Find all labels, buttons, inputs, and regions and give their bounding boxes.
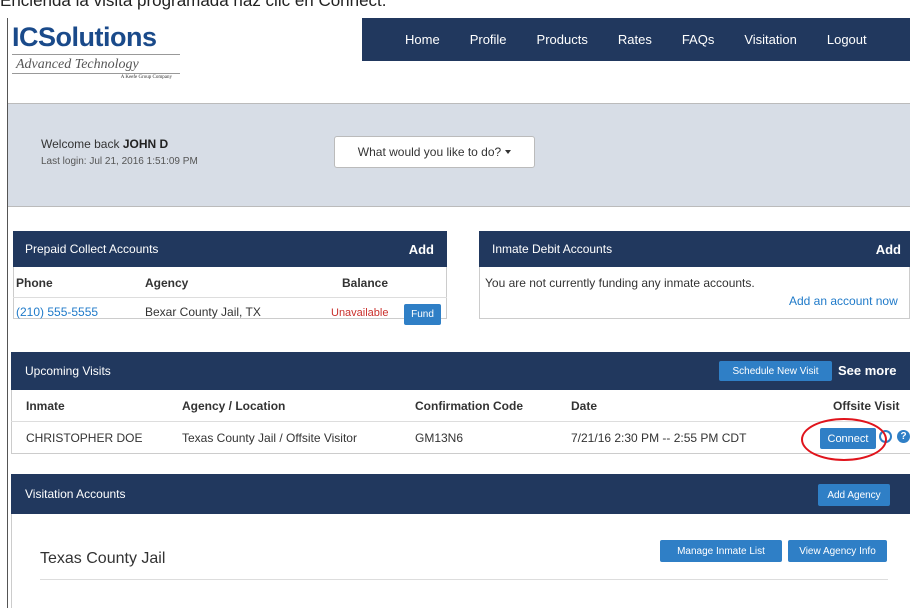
debit-panel-title: Inmate Debit Accounts xyxy=(492,242,613,256)
logo-wordmark: ICSolutions xyxy=(12,22,202,52)
col-agency-location: Agency / Location xyxy=(182,399,286,413)
action-dropdown[interactable]: What would you like to do? xyxy=(334,136,535,168)
nav-logout[interactable]: Logout xyxy=(827,32,867,47)
col-date: Date xyxy=(571,399,598,413)
balance-status: Unavailable xyxy=(331,307,389,319)
fund-button[interactable]: Fund xyxy=(404,304,441,325)
logo-subtagline: A Keefe Group Company xyxy=(120,75,172,80)
agency-divider xyxy=(40,579,888,580)
main-nav: Home Profile Products Rates FAQs Visitat… xyxy=(362,18,910,61)
row-divider xyxy=(13,297,447,298)
visit-date: 7/21/16 2:30 PM -- 2:55 PM CDT xyxy=(571,431,747,445)
instruction-caption: Encienda la visita programada haz clic e… xyxy=(0,0,387,10)
highlight-circle xyxy=(801,418,887,461)
view-agency-info-button[interactable]: View Agency Info xyxy=(788,540,887,562)
agency-name: Texas County Jail xyxy=(40,550,166,567)
col-phone: Phone xyxy=(16,276,53,290)
add-agency-button[interactable]: Add Agency xyxy=(818,484,890,506)
welcome-greeting: Welcome back JOHN D xyxy=(41,137,168,151)
phone-link[interactable]: (210) 555-5555 xyxy=(16,305,98,319)
user-name: JOHN D xyxy=(122,137,169,151)
prepaid-agency: Bexar County Jail, TX xyxy=(145,305,261,319)
schedule-visit-button[interactable]: Schedule New Visit xyxy=(719,361,832,381)
row-divider xyxy=(11,421,910,422)
visit-agency: Texas County Jail / Offsite Visitor xyxy=(182,431,357,445)
logo-tagline: Advanced Technology xyxy=(12,54,180,74)
col-agency: Agency xyxy=(145,276,189,290)
logo-prefix: IC xyxy=(12,22,39,52)
nav-profile[interactable]: Profile xyxy=(470,32,507,47)
visit-inmate: CHRISTOPHER DOE xyxy=(26,431,143,445)
visit-confirmation-code: GM13N6 xyxy=(415,431,464,445)
nav-products[interactable]: Products xyxy=(537,32,588,47)
prepaid-panel-title: Prepaid Collect Accounts xyxy=(25,242,159,256)
nav-visitation[interactable]: Visitation xyxy=(744,32,797,47)
manage-inmate-list-button[interactable]: Manage Inmate List xyxy=(660,540,782,562)
col-inmate: Inmate xyxy=(26,399,65,413)
prepaid-add-button[interactable]: Add xyxy=(409,242,434,257)
logo-suffix: Solutions xyxy=(38,22,157,52)
add-account-link[interactable]: Add an account now xyxy=(789,294,898,308)
see-more-link[interactable]: See more xyxy=(838,363,897,378)
debit-empty-message: You are not currently funding any inmate… xyxy=(485,276,755,290)
icsolutions-logo[interactable]: ICSolutions Advanced Technology A Keefe … xyxy=(12,22,202,94)
last-login: Last login: Jul 21, 2016 1:51:09 PM xyxy=(41,156,198,167)
greeting-text: Welcome back xyxy=(41,137,120,151)
help-icon[interactable]: ? xyxy=(897,430,910,443)
col-confirmation-code: Confirmation Code xyxy=(415,399,523,413)
debit-panel-header: Inmate Debit Accounts Add xyxy=(479,231,910,267)
debit-add-button[interactable]: Add xyxy=(876,242,901,257)
visitation-accounts-header: Visitation Accounts xyxy=(11,474,910,514)
visitation-accounts-title: Visitation Accounts xyxy=(25,487,126,501)
col-balance: Balance xyxy=(342,276,389,290)
col-offsite-visit: Offsite Visit xyxy=(833,399,900,413)
visits-panel-title: Upcoming Visits xyxy=(25,364,111,378)
nav-home[interactable]: Home xyxy=(405,32,440,47)
prepaid-panel-header: Prepaid Collect Accounts Add xyxy=(13,231,447,267)
caret-down-icon xyxy=(505,150,512,154)
dropdown-label: What would you like to do? xyxy=(357,145,502,159)
nav-rates[interactable]: Rates xyxy=(618,32,652,47)
nav-faqs[interactable]: FAQs xyxy=(682,32,715,47)
